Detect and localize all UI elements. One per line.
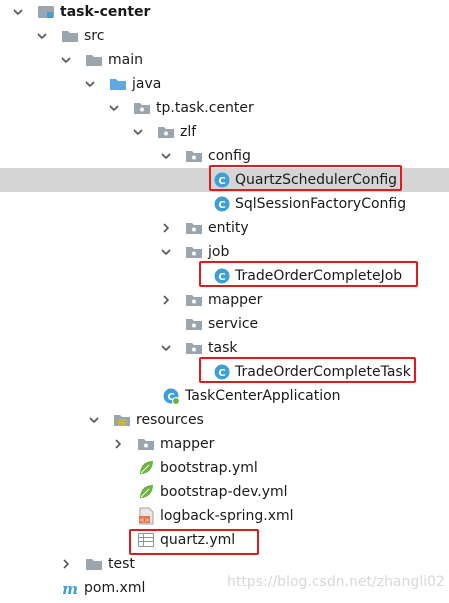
spring-boot-app-class-icon: C [162,387,180,405]
tree-row-src[interactable]: src [0,24,449,48]
tree-row-entity[interactable]: entity [0,216,449,240]
tree-row-zlf[interactable]: zlf [0,120,449,144]
folder-label: resources [136,412,204,428]
xml-file-icon: <> [137,507,155,525]
package-label: job [208,244,230,260]
package-label: service [208,316,259,332]
project-name: task-center [60,4,151,20]
package-icon [157,123,175,141]
folder-icon [85,51,103,69]
package-label: config [208,148,251,164]
file-label: pom.xml [84,580,146,596]
svg-text:m: m [62,580,78,597]
tree-row-logback-spring-xml[interactable]: <> logback-spring.xml [0,504,449,528]
file-label: bootstrap.yml [160,460,258,476]
chevron-right-icon[interactable] [159,221,173,235]
class-icon: C [213,195,231,213]
package-icon [133,99,151,117]
chevron-down-icon[interactable] [159,149,173,163]
tree-row-resources-mapper[interactable]: mapper [0,432,449,456]
package-label: tp.task.center [156,100,254,116]
tree-row-test[interactable]: test [0,552,449,576]
chevron-right-icon[interactable] [111,437,125,451]
folder-label: main [108,52,143,68]
package-icon [185,339,203,357]
tree-row-service[interactable]: service [0,312,449,336]
file-label: bootstrap-dev.yml [160,484,288,500]
tree-row-java[interactable]: java [0,72,449,96]
tree-row-task-center-application[interactable]: C TaskCenterApplication [0,384,449,408]
package-label: mapper [208,292,263,308]
chevron-down-icon[interactable] [35,29,49,43]
file-label: logback-spring.xml [160,508,294,524]
highlight-box-quartz-scheduler-config [209,165,402,191]
svg-text:<>: <> [139,517,149,524]
package-icon [185,315,203,333]
resources-folder-icon [113,411,131,429]
package-icon [185,219,203,237]
module-folder-icon [37,3,55,21]
class-label: TaskCenterApplication [185,388,341,404]
package-icon [185,147,203,165]
folder-icon [85,555,103,573]
folder-icon [61,27,79,45]
chevron-down-icon[interactable] [159,245,173,259]
chevron-right-icon[interactable] [159,293,173,307]
chevron-down-icon[interactable] [11,5,25,19]
chevron-down-icon[interactable] [107,101,121,115]
watermark: https://blog.csdn.net/zhangli02 [227,574,445,590]
tree-row-task-center[interactable]: task-center [0,0,449,24]
folder-label: test [108,556,135,572]
folder-label: src [84,28,105,44]
highlight-box-trade-order-complete-task [199,357,416,383]
tree-row-bootstrap-yml[interactable]: bootstrap.yml [0,456,449,480]
chevron-down-icon[interactable] [59,53,73,67]
spring-leaf-icon [137,459,155,477]
tree-row-resources[interactable]: resources [0,408,449,432]
chevron-down-icon[interactable] [83,77,97,91]
maven-icon: m [61,579,79,597]
highlight-box-trade-order-complete-job [199,261,418,287]
package-label: zlf [180,124,197,140]
package-icon [137,435,155,453]
tree-row-bootstrap-dev-yml[interactable]: bootstrap-dev.yml [0,480,449,504]
package-icon [185,291,203,309]
tree-row-package-root[interactable]: tp.task.center [0,96,449,120]
chevron-down-icon[interactable] [131,125,145,139]
chevron-down-icon[interactable] [87,413,101,427]
chevron-right-icon[interactable] [59,557,73,571]
class-label: SqlSessionFactoryConfig [235,196,407,212]
package-label: task [208,340,238,356]
highlight-box-quartz-yml [129,529,259,555]
package-icon [185,243,203,261]
svg-text:C: C [218,200,225,211]
folder-label: java [132,76,162,92]
package-label: mapper [160,436,215,452]
package-label: entity [208,220,249,236]
source-folder-icon [109,75,127,93]
tree-row-sql-session-factory-config[interactable]: C SqlSessionFactoryConfig [0,192,449,216]
spring-leaf-icon [137,483,155,501]
tree-row-main[interactable]: main [0,48,449,72]
chevron-down-icon[interactable] [159,341,173,355]
tree-row-mapper[interactable]: mapper [0,288,449,312]
